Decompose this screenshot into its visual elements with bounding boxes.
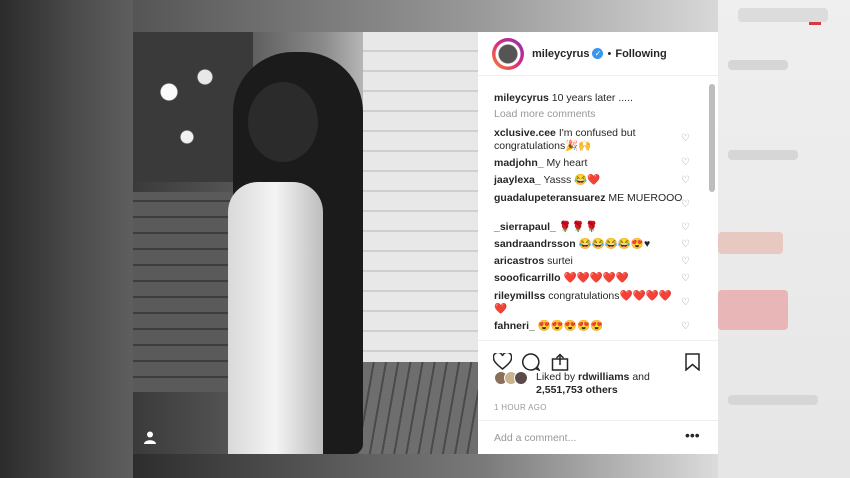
caption-text: 10 years later ..... <box>551 92 633 104</box>
comment-username[interactable]: madjohn_ <box>494 157 544 169</box>
photo-wall <box>363 32 478 362</box>
caption: mileycyrus 10 years later ..... <box>494 92 633 104</box>
photo-head <box>248 82 318 162</box>
background-right <box>718 0 850 478</box>
liker-avatars[interactable] <box>494 371 528 385</box>
comment-like-heart-icon[interactable]: ♡ <box>681 274 690 284</box>
comment-like-heart-icon[interactable]: ♡ <box>681 158 690 168</box>
background-left <box>0 0 133 478</box>
comment-item: guadalupeteransuarez ME MUEROOO <box>494 192 684 205</box>
comment-text: surtei <box>547 255 573 267</box>
comment-item: rileymillss congratulations❤️❤️❤️❤️❤️ <box>494 290 684 316</box>
comment-item: xclusive.cee I'm confused but congratula… <box>494 127 684 153</box>
comment-like-heart-icon[interactable]: ♡ <box>681 223 690 233</box>
comment-username[interactable]: _sierrapaul_ <box>494 221 556 233</box>
comment-username[interactable]: aricastros <box>494 255 544 267</box>
liked-by-and: and <box>632 371 650 383</box>
user-tag-icon[interactable] <box>143 430 159 446</box>
header-username[interactable]: mileycyrus <box>532 48 589 60</box>
likes-summary: Liked by rdwilliams and 2,551,753 others <box>536 371 706 397</box>
following-button[interactable]: Following <box>615 48 666 60</box>
comment-item: madjohn_ My heart <box>494 157 684 170</box>
comment-username[interactable]: sandraandrsson <box>494 238 576 250</box>
like-heart-icon[interactable] <box>492 351 513 373</box>
comments-scrollbar[interactable] <box>709 84 715 192</box>
comment-text: Yasss 😂❤️ <box>543 174 601 186</box>
caption-username[interactable]: mileycyrus <box>494 92 549 104</box>
network-logo-dash <box>809 22 821 25</box>
more-options-icon[interactable]: ••• <box>685 427 700 443</box>
comment-like-heart-icon[interactable]: ♡ <box>681 134 690 144</box>
likes-count[interactable]: 2,551,753 others <box>536 384 618 396</box>
load-more-comments[interactable]: Load more comments <box>494 108 596 120</box>
comment-like-heart-icon[interactable]: ♡ <box>681 240 690 250</box>
comment-like-heart-icon[interactable]: ♡ <box>681 257 690 267</box>
comment-username[interactable]: soooficarrillo <box>494 272 561 284</box>
background-bottom <box>133 454 718 478</box>
comments-list[interactable]: mileycyrus 10 years later ..... Load mor… <box>478 76 718 340</box>
comment-item: soooficarrillo ❤️❤️❤️❤️❤️ <box>494 272 684 285</box>
comment-like-heart-icon[interactable]: ♡ <box>681 200 690 210</box>
comment-text: 😍😍😍😍😍 <box>537 320 604 332</box>
comment-username[interactable]: rileymillss <box>494 290 545 302</box>
comment-username[interactable]: jaaylexa_ <box>494 174 541 186</box>
comment-text: ❤️❤️❤️❤️❤️ <box>563 272 629 284</box>
avatar <box>514 371 528 385</box>
comment-text: 😂😂😂😂😍♥ <box>578 238 651 250</box>
post-side-panel: mileycyrus ✓ • Following mileycyrus 10 y… <box>478 32 718 454</box>
add-comment-bar: Add a comment... ••• <box>478 420 718 455</box>
comment-item: aricastros surtei <box>494 255 684 268</box>
post-timestamp[interactable]: 1 HOUR AGO <box>494 403 547 412</box>
photo-dress <box>228 182 323 454</box>
comment-item: _sierrapaul_ 🌹🌹🌹 <box>494 221 684 234</box>
comment-username[interactable]: fahneri_ <box>494 320 535 332</box>
comment-item: jaaylexa_ Yasss 😂❤️ <box>494 174 684 187</box>
comment-text: My heart <box>546 157 588 169</box>
background-top <box>133 0 718 32</box>
post-header: mileycyrus ✓ • Following <box>478 32 718 76</box>
comment-item: fahneri_ 😍😍😍😍😍 <box>494 320 684 333</box>
liked-by-user[interactable]: rdwilliams <box>578 371 629 383</box>
avatar[interactable] <box>492 37 524 70</box>
liked-by-prefix: Liked by <box>536 371 576 383</box>
comment-text: 🌹🌹🌹 <box>558 221 599 233</box>
comment-username[interactable]: xclusive.cee <box>494 127 556 139</box>
comment-text: ME MUEROOO <box>608 192 683 204</box>
comment-like-heart-icon[interactable]: ♡ <box>681 298 690 308</box>
comment-like-heart-icon[interactable]: ♡ <box>681 322 690 332</box>
comment-like-heart-icon[interactable]: ♡ <box>681 176 690 186</box>
post-photo[interactable] <box>133 32 478 454</box>
separator-dot: • <box>607 47 612 60</box>
comment-username[interactable]: guadalupeteransuarez <box>494 192 605 204</box>
add-comment-input[interactable]: Add a comment... <box>494 432 576 444</box>
verified-icon: ✓ <box>592 48 604 59</box>
comment-item: sandraandrsson 😂😂😂😂😍♥ <box>494 238 684 251</box>
